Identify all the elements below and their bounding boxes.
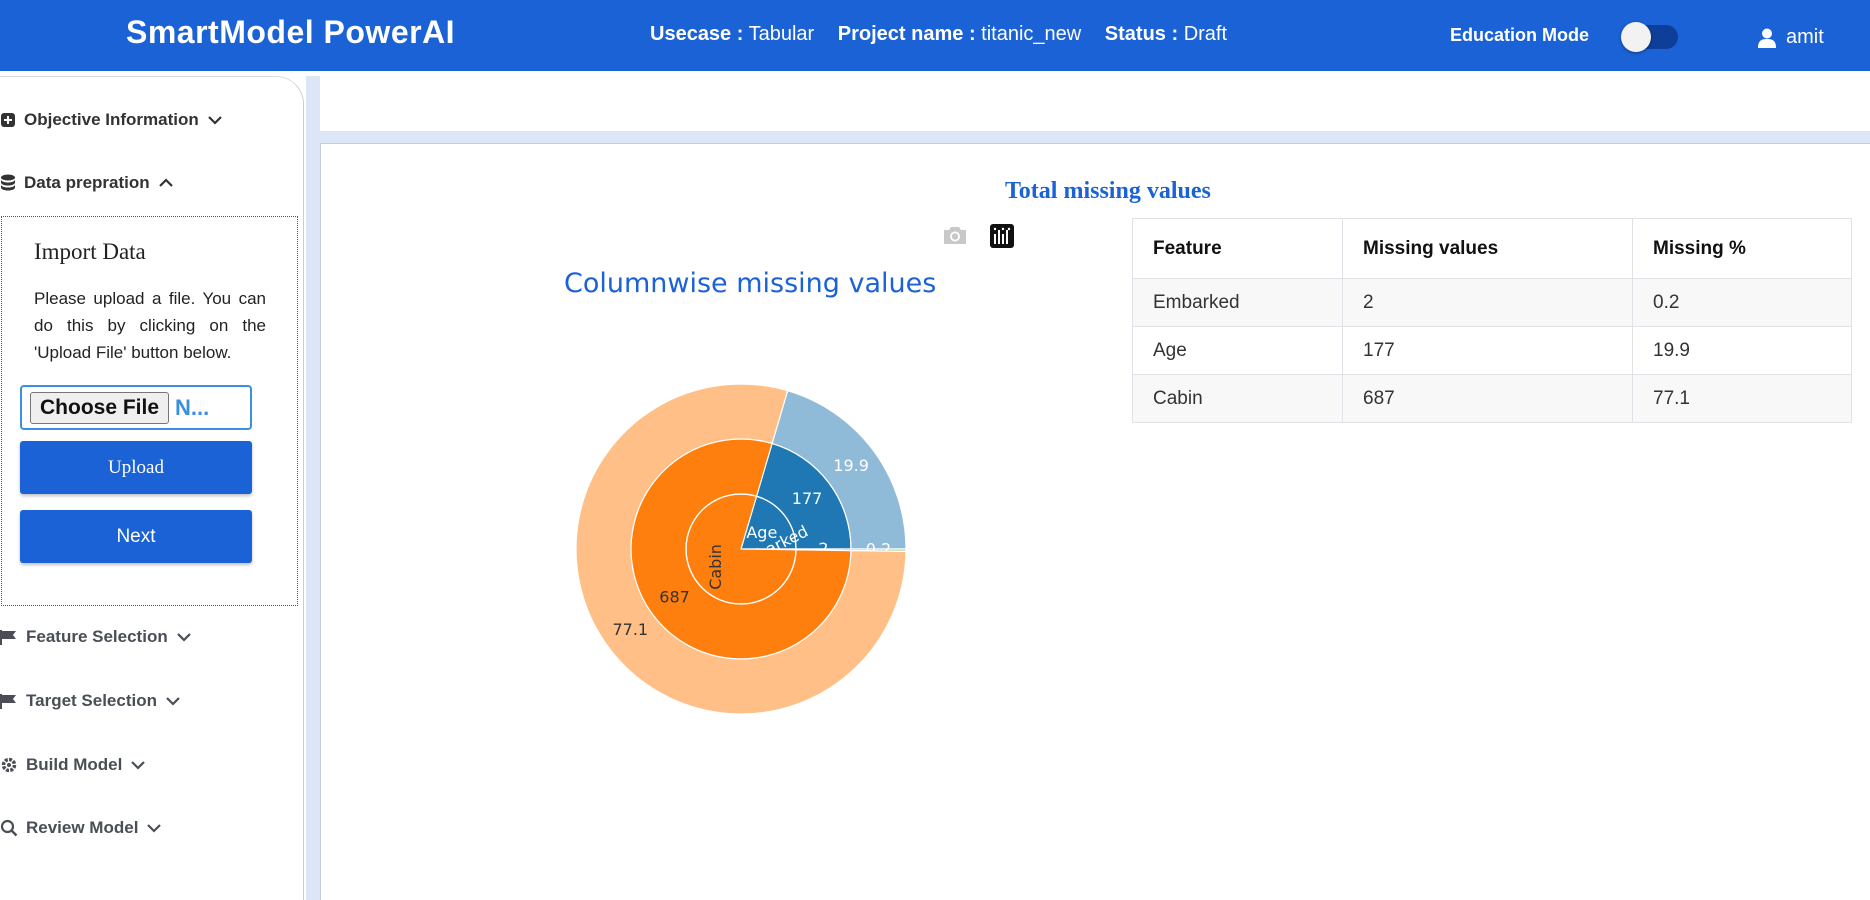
usecase-value: Tabular — [748, 23, 815, 45]
sunburst-percent-cabin: 77.1 — [612, 620, 648, 639]
table-cell: 687 — [1342, 374, 1633, 423]
table-cell: Embarked — [1132, 278, 1343, 327]
choose-file-button[interactable]: Choose File — [30, 391, 170, 424]
table-row: Embarked 2 0.2 — [1132, 278, 1852, 327]
plus-square-icon — [1, 113, 15, 127]
sidebar-item-review-model[interactable]: Review Model — [0, 818, 162, 838]
table-cell: 2 — [1342, 278, 1633, 327]
table-cell: 19.9 — [1632, 326, 1852, 375]
sidebar-item-label: Objective Information — [24, 110, 199, 129]
project-value: titanic_new — [981, 23, 1082, 45]
search-icon — [0, 819, 18, 837]
upload-button[interactable]: Upload — [20, 441, 252, 494]
gear-icon — [1, 757, 17, 773]
table-cell: 0.2 — [1632, 278, 1852, 327]
sidebar-item-target-selection[interactable]: Target Selection — [0, 691, 181, 711]
table-header: Feature — [1132, 218, 1343, 279]
user-name: amit — [1786, 26, 1824, 48]
sidebar-item-label: Build Model — [26, 755, 123, 774]
sidebar-item-label: Data prepration — [24, 173, 150, 192]
database-icon — [1, 174, 15, 191]
chevron-down-icon — [166, 697, 180, 706]
table-header-row: Feature Missing values Missing % — [1132, 218, 1852, 279]
chevron-down-icon — [147, 824, 162, 833]
education-mode-label: Education Mode — [1450, 25, 1589, 45]
sidebar-item-feature-selection[interactable]: Feature Selection — [0, 627, 192, 647]
file-name: N... — [175, 394, 210, 420]
education-mode-toggle[interactable] — [1621, 22, 1678, 52]
app-brand: SmartModel PowerAI — [126, 14, 456, 50]
project-label: Project name : — [837, 23, 976, 45]
sunburst-count-age: 177 — [792, 489, 823, 508]
missing-values-table: Feature Missing values Missing % Embarke… — [1132, 218, 1852, 423]
table-header: Missing values — [1342, 218, 1633, 279]
table-header: Missing % — [1632, 218, 1852, 279]
sunburst-chart: Age17719.9Embarked 2 0.2Cabin68777.1 — [575, 383, 907, 715]
sidebar-item-label: Feature Selection — [26, 627, 168, 646]
sunburst-label-cabin: Cabin — [706, 544, 725, 590]
camera-icon[interactable] — [942, 224, 968, 246]
table-cell: 177 — [1342, 326, 1633, 375]
sidebar-item-data-prep[interactable]: Data prepration — [0, 173, 174, 193]
table-row: Age 177 19.9 — [1132, 326, 1852, 375]
table-cell: Age — [1132, 326, 1343, 375]
chevron-down-icon — [176, 633, 191, 642]
sunburst-count-cabin: 687 — [659, 587, 690, 606]
sidebar-item-label: Review Model — [26, 818, 139, 837]
project-meta: Usecase : Tabular Project name : titanic… — [650, 23, 1245, 46]
table-cell: 77.1 — [1632, 374, 1852, 423]
usecase-label: Usecase : — [650, 23, 744, 45]
status-label: Status : — [1104, 23, 1179, 45]
sidebar-item-build-model[interactable]: Build Model — [0, 755, 146, 775]
top-navbar: SmartModel PowerAI Usecase : Tabular Pro… — [0, 0, 1870, 71]
table-cell: Cabin — [1132, 374, 1343, 423]
import-data-panel: Import Data Please upload a file. You ca… — [1, 216, 298, 606]
chart-title: Columnwise missing values — [564, 268, 937, 299]
sidebar: Objective Information Data prepration Im… — [0, 76, 304, 900]
import-instructions: Please upload a file. You can do this by… — [34, 289, 266, 362]
chevron-down-icon — [131, 761, 146, 770]
flag-icon — [0, 694, 16, 709]
toggle-knob — [1621, 22, 1651, 52]
import-data-title: Import Data — [34, 239, 146, 264]
user-icon — [1758, 28, 1776, 48]
chevron-up-icon — [158, 178, 173, 187]
section-title: Total missing values — [1005, 178, 1211, 204]
sunburst-percent-age: 19.9 — [833, 456, 869, 475]
chevron-down-icon — [207, 116, 222, 125]
user-menu[interactable]: amit — [1758, 26, 1824, 49]
table-row: Cabin 687 77.1 — [1132, 374, 1852, 423]
file-input[interactable]: Choose File N... — [20, 385, 252, 430]
plotly-logo-icon[interactable] — [990, 224, 1014, 248]
status-value: Draft — [1183, 23, 1228, 45]
top-card — [320, 76, 1870, 131]
sidebar-item-label: Target Selection — [26, 691, 157, 710]
flag-icon — [0, 630, 16, 645]
next-button[interactable]: Next — [20, 510, 252, 563]
sidebar-item-objective[interactable]: Objective Information — [0, 110, 223, 130]
